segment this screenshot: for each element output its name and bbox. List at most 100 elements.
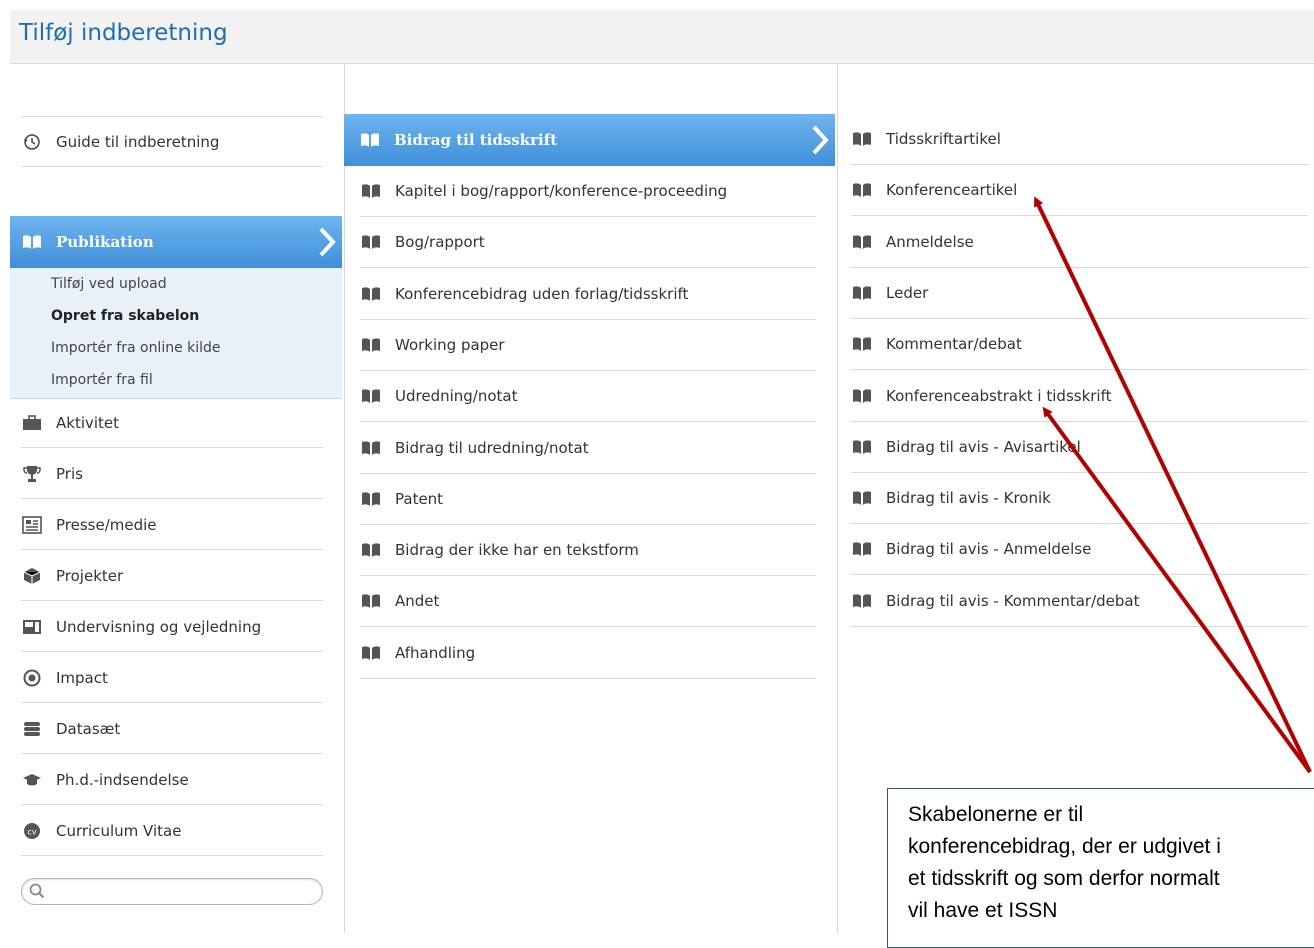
sidebar-item-cv[interactable]: cv Curriculum Vitae (21, 806, 323, 856)
briefcase-icon (21, 414, 43, 432)
template-item[interactable]: Bidrag til avis - Kronik (851, 473, 1308, 525)
category-item[interactable]: Bog/rapport (360, 217, 816, 269)
template-item[interactable]: Tidsskriftartikel (851, 114, 1308, 165)
book-icon (851, 592, 873, 610)
datasaet-label: Datasæt (56, 719, 121, 738)
category-bidrag-tidsskrift[interactable]: Bidrag til tidsskrift (344, 114, 835, 166)
page-header: Tilføj indberetning (10, 10, 1314, 64)
submenu-file-import[interactable]: Importér fra fil (51, 372, 153, 388)
category-label: Udredning/notat (395, 387, 518, 406)
category-item[interactable]: Kapitel i bog/rapport/konference-proceed… (360, 166, 816, 217)
annotation-line: vil have et ISSN (908, 899, 1058, 922)
book-icon (360, 285, 382, 303)
annotation-line: Skabelonerne er til (908, 803, 1084, 826)
sidebar-item-phd[interactable]: Ph.d.-indsendelse (21, 755, 323, 805)
category-item[interactable]: Afhandling (360, 628, 816, 679)
book-icon (360, 541, 382, 559)
category-label: Bog/rapport (395, 233, 485, 252)
template-label: Kommentar/debat (886, 335, 1022, 354)
projekter-label: Projekter (56, 566, 124, 585)
category-label: Bidrag der ikke har en tekstform (395, 541, 639, 560)
chevron-right-icon (319, 227, 336, 257)
search-icon (29, 883, 45, 899)
book-icon (360, 490, 382, 508)
category-item[interactable]: Working paper (360, 320, 816, 371)
template-item[interactable]: Bidrag til avis - Kommentar/debat (851, 576, 1308, 627)
category-label: Working paper (395, 335, 505, 354)
active-category-label: Bidrag til tidsskrift (394, 131, 558, 149)
publikation-label: Publikation (56, 233, 154, 251)
submenu-online-import[interactable]: Importér fra online kilde (51, 340, 221, 356)
aktivitet-label: Aktivitet (56, 413, 120, 432)
book-icon (851, 130, 873, 148)
book-icon (851, 438, 873, 456)
impact-label: Impact (56, 668, 108, 687)
template-label: Bidrag til avis - Kronik (886, 489, 1051, 508)
sidebar-item-publikation[interactable]: Publikation (10, 216, 342, 268)
template-label: Bidrag til avis - Kommentar/debat (886, 591, 1140, 610)
guide-item[interactable]: Guide til indberetning (21, 116, 323, 167)
book-icon (360, 387, 382, 405)
undervisning-label: Undervisning og vejledning (56, 617, 262, 636)
template-label: Bidrag til avis - Anmeldelse (886, 540, 1092, 559)
sidebar-item-projekter[interactable]: Projekter (21, 551, 323, 601)
category-label: Konferencebidrag uden forlag/tidsskrift (395, 284, 689, 303)
category-label: Kapitel i bog/rapport/konference-proceed… (395, 182, 728, 200)
annotation-callout: Skabelonerne er til konferencebidrag, de… (887, 788, 1314, 948)
annotation-line: et tidsskrift og som derfor normalt (908, 867, 1220, 890)
category-label: Afhandling (395, 643, 476, 662)
cv-icon: cv (21, 822, 43, 840)
target-icon (21, 669, 43, 687)
template-item[interactable]: Bidrag til avis - Avisartikel (851, 422, 1308, 473)
book-icon (360, 644, 382, 662)
page-title: Tilføj indberetning (19, 20, 228, 46)
submenu-upload[interactable]: Tilføj ved upload (51, 276, 167, 292)
trophy-icon (21, 465, 43, 483)
box-icon (21, 567, 43, 585)
sidebar-item-undervisning[interactable]: Undervisning og vejledning (21, 602, 323, 652)
sidebar-item-presse[interactable]: Presse/medie (21, 500, 323, 550)
template-label: Konferenceabstrakt i tidsskrift (886, 386, 1112, 405)
search-input[interactable] (21, 878, 323, 905)
category-item[interactable]: Udredning/notat (360, 371, 816, 423)
phd-label: Ph.d.-indsendelse (56, 770, 189, 789)
sidebar-item-datasaet[interactable]: Datasæt (21, 704, 323, 754)
presentation-icon (21, 618, 43, 636)
book-icon (851, 284, 873, 302)
book-icon (360, 592, 382, 610)
sidebar-item-aktivitet[interactable]: Aktivitet (21, 398, 323, 448)
category-item[interactable]: Bidrag til udredning/notat (360, 423, 816, 474)
template-item[interactable]: Anmeldelse (851, 217, 1308, 268)
category-label: Andet (395, 592, 440, 611)
template-item[interactable]: Bidrag til avis - Anmeldelse (851, 524, 1308, 576)
svg-text:cv: cv (27, 827, 36, 836)
book-icon (21, 233, 43, 251)
chevron-right-icon (812, 125, 829, 155)
book-icon (360, 233, 382, 251)
book-icon (360, 439, 382, 457)
annotation-line: konferencebidrag, der er udgivet i (908, 835, 1221, 858)
book-icon (851, 540, 873, 558)
book-icon (851, 233, 873, 251)
template-item[interactable]: Konferenceabstrakt i tidsskrift (851, 371, 1308, 422)
presse-label: Presse/medie (56, 515, 157, 534)
book-icon (360, 336, 382, 354)
template-label: Anmeldelse (886, 232, 974, 251)
template-label: Konferenceartikel (886, 181, 1018, 200)
pris-label: Pris (56, 464, 83, 483)
book-icon (359, 131, 381, 149)
template-item[interactable]: Kommentar/debat (851, 319, 1308, 371)
book-icon (851, 387, 873, 405)
submenu-template[interactable]: Opret fra skabelon (51, 308, 199, 324)
category-item[interactable]: Patent (360, 474, 816, 525)
template-item[interactable]: Konferenceartikel (851, 165, 1308, 217)
book-icon (360, 182, 382, 200)
database-icon (21, 720, 43, 738)
category-item[interactable]: Konferencebidrag uden forlag/tidsskrift (360, 269, 816, 320)
category-item[interactable]: Andet (360, 576, 816, 628)
template-item[interactable]: Leder (851, 268, 1308, 319)
sidebar-item-impact[interactable]: Impact (21, 653, 323, 703)
category-item[interactable]: Bidrag der ikke har en tekstform (360, 525, 816, 577)
sidebar-item-pris[interactable]: Pris (21, 449, 323, 499)
template-label: Bidrag til avis - Avisartikel (886, 437, 1081, 456)
